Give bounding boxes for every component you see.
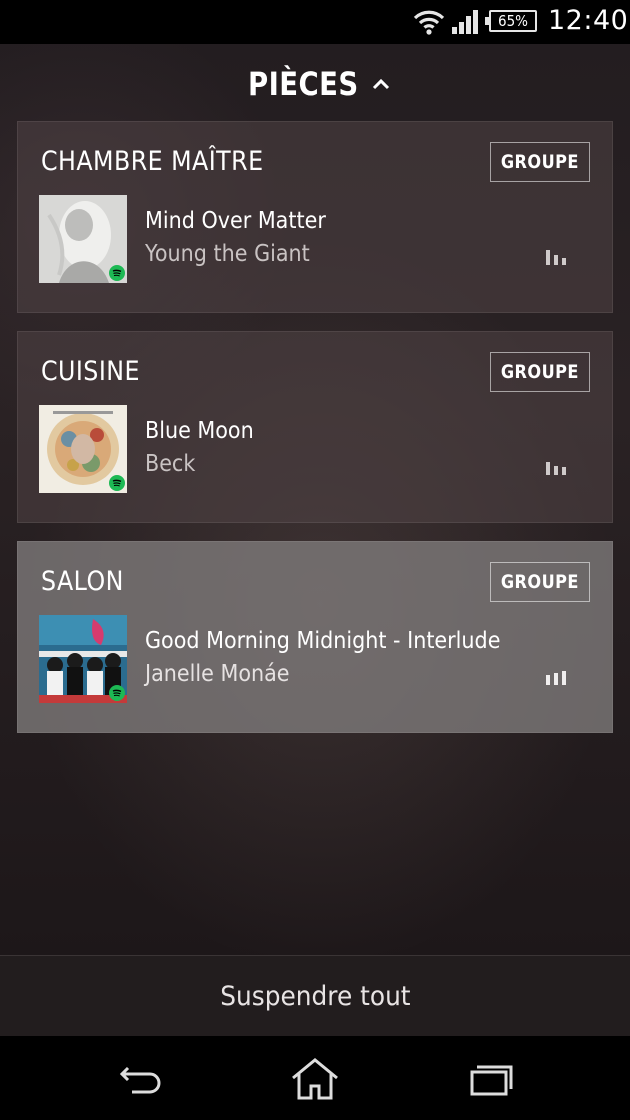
spotify-icon [109, 685, 125, 701]
room-card-cuisine[interactable]: CUISINE GROUPE Blue Moon Beck [17, 331, 613, 523]
group-button-label: GROUPE [501, 151, 579, 173]
album-art[interactable] [39, 615, 127, 703]
back-icon[interactable] [110, 1056, 170, 1102]
group-button[interactable]: GROUPE [490, 352, 590, 392]
clock: 12:40 [548, 5, 629, 36]
room-card-chambre[interactable]: CHAMBRE MAÎTRE GROUPE Mind Over Matter Y… [17, 121, 613, 313]
equalizer-icon [546, 250, 566, 265]
chevron-up-icon [373, 78, 390, 90]
album-art[interactable] [39, 195, 127, 283]
track-artist: Beck [145, 451, 196, 477]
group-button-label: GROUPE [501, 571, 579, 593]
page-title: PIÈCES [247, 65, 359, 103]
pause-all-button[interactable]: Suspendre tout [0, 955, 630, 1037]
group-button[interactable]: GROUPE [490, 142, 590, 182]
track-artist: Young the Giant [145, 241, 310, 267]
equalizer-icon [546, 671, 566, 685]
battery-percent: 65% [498, 12, 528, 30]
navigation-bar [0, 1036, 630, 1120]
track-artist: Janelle Monáe [145, 661, 290, 687]
group-button[interactable]: GROUPE [490, 562, 590, 602]
rooms-header[interactable]: PIÈCES [0, 56, 630, 112]
group-button-label: GROUPE [501, 361, 579, 383]
track-title: Mind Over Matter [145, 208, 326, 234]
home-icon[interactable] [285, 1056, 345, 1102]
recent-apps-icon[interactable] [460, 1056, 520, 1102]
signal-icon [452, 10, 478, 34]
wifi-icon [413, 10, 445, 35]
track-title: Blue Moon [145, 418, 254, 444]
equalizer-icon [546, 462, 566, 475]
pause-all-label: Suspendre tout [219, 981, 411, 1012]
battery-icon: 65% [485, 10, 537, 32]
room-name: SALON [41, 566, 124, 597]
room-name: CHAMBRE MAÎTRE [41, 146, 264, 177]
spotify-icon [109, 265, 125, 281]
status-bar: 65% 12:40 [0, 0, 630, 44]
room-card-salon[interactable]: SALON GROUPE Good Morning Midnight - Int… [17, 541, 613, 733]
room-name: CUISINE [41, 356, 140, 387]
album-art[interactable] [39, 405, 127, 493]
spotify-icon [109, 475, 125, 491]
track-title: Good Morning Midnight - Interlude [145, 628, 501, 654]
